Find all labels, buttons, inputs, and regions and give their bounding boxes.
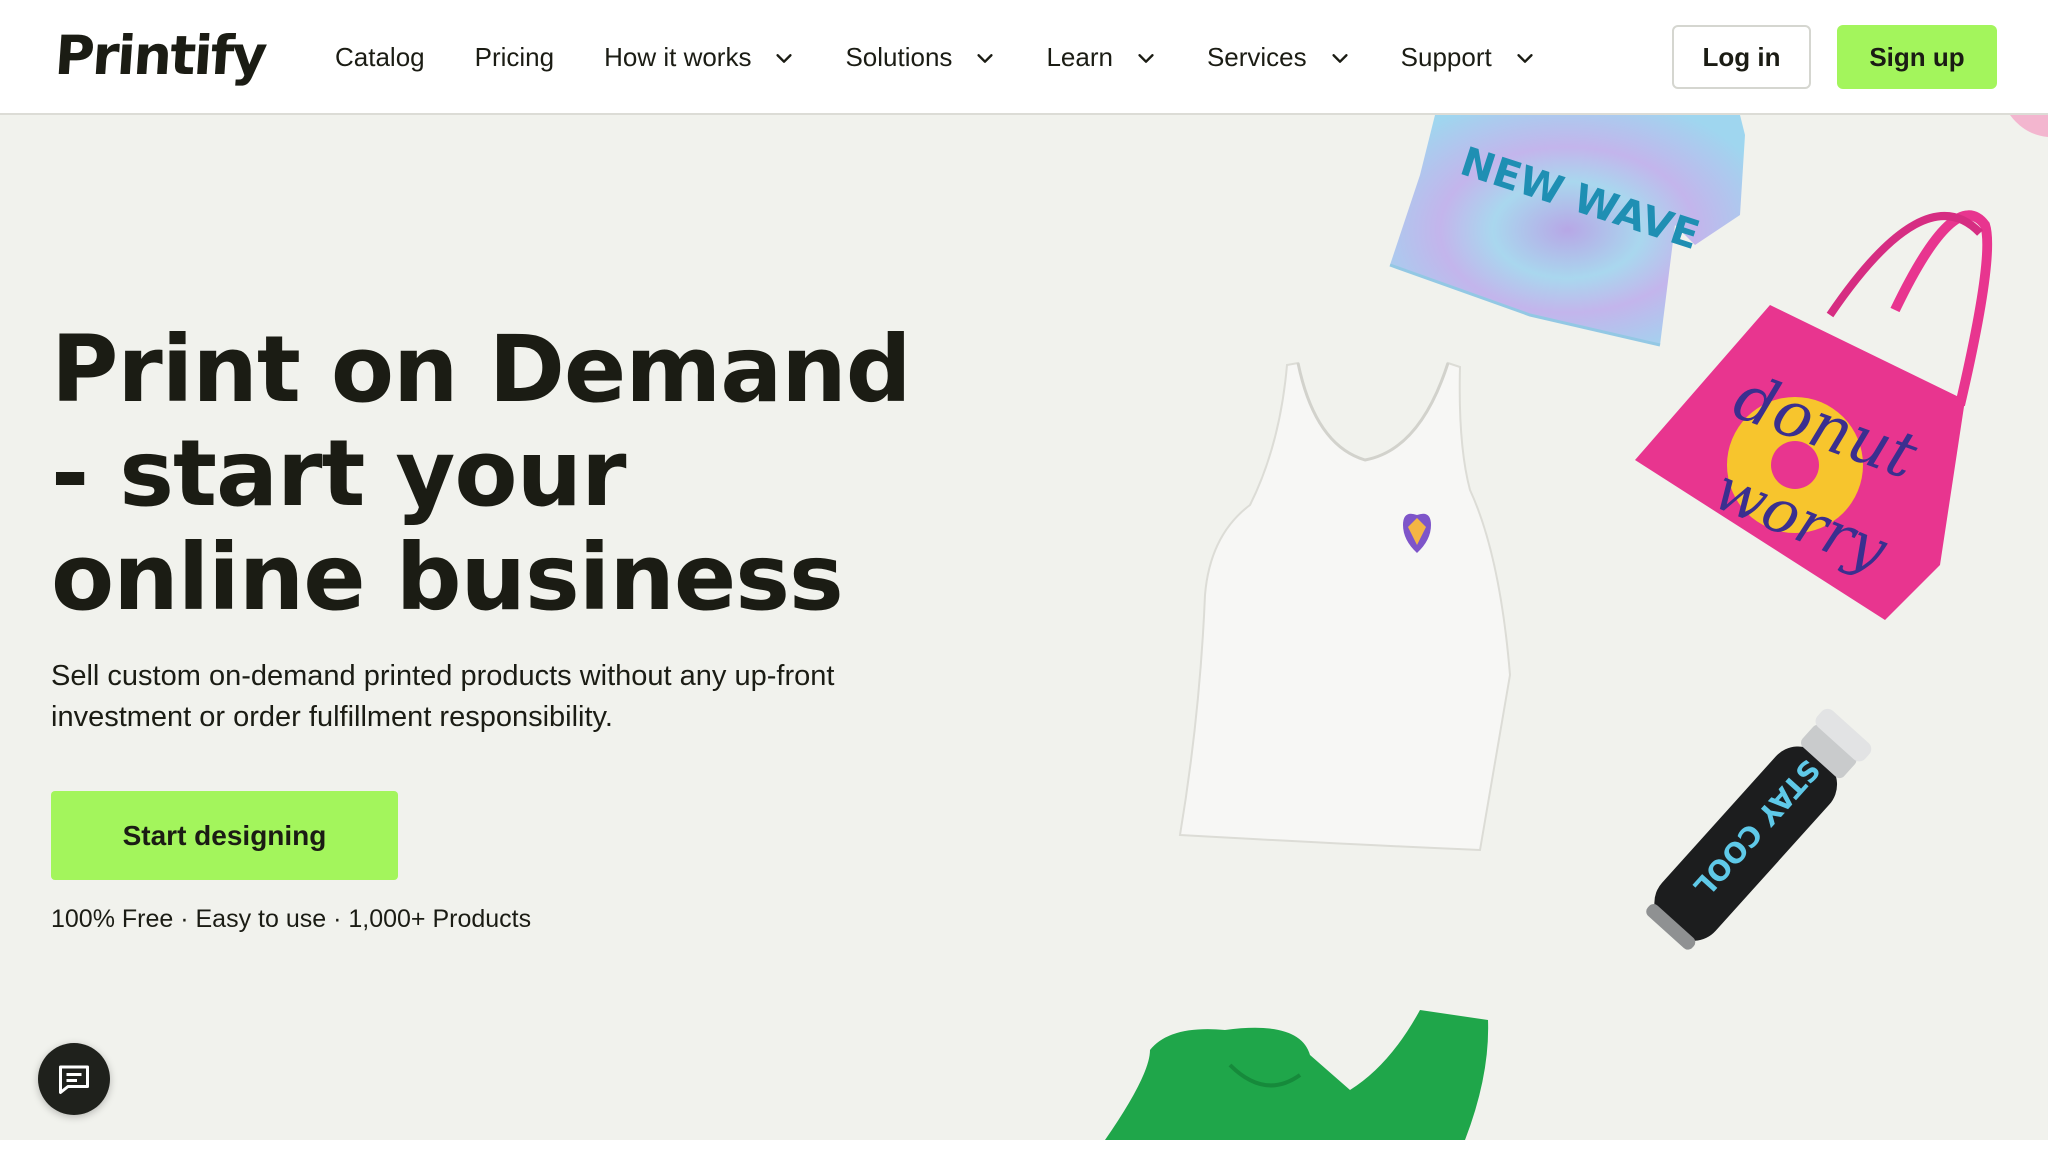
- nav-item-label: Solutions: [845, 42, 953, 72]
- water-bottle-image: STAY COOL: [1646, 708, 1872, 950]
- nav-item-label: Learn: [1046, 42, 1113, 72]
- nav-item-learn[interactable]: Learn: [1046, 42, 1157, 73]
- nav-item-pricing[interactable]: Pricing: [475, 42, 554, 73]
- nav-item-label: How it works: [604, 42, 752, 72]
- tie-dye-tshirt-image: NEW WAVE: [1389, 115, 1745, 347]
- chat-icon: [59, 1065, 89, 1094]
- nav-item-label: Pricing: [474, 42, 555, 72]
- pink-tote-bag-image: donut worry: [1635, 210, 1993, 620]
- nav-item-label: Services: [1206, 42, 1307, 72]
- top-nav: Printify Catalog Pricing How it works So…: [0, 0, 2048, 115]
- main-menu: Catalog Pricing How it works Solutions L…: [335, 0, 1586, 115]
- chevron-down-icon: [1138, 53, 1154, 63]
- green-hoodie-image: [1105, 1010, 1489, 1140]
- nav-item-support[interactable]: Support: [1401, 42, 1536, 73]
- hero-subtitle: Sell custom on-demand printed products w…: [51, 660, 835, 733]
- white-tank-top-image: [1178, 361, 1512, 852]
- nav-item-solutions[interactable]: Solutions: [845, 42, 996, 73]
- start-designing-button[interactable]: Start designing: [51, 791, 398, 880]
- hero-perks: 100% Free · Easy to use · 1,000+ Product…: [51, 905, 532, 933]
- nav-item-services[interactable]: Services: [1207, 42, 1351, 73]
- printify-logo[interactable]: Printify: [53, 24, 268, 87]
- nav-item-label: Catalog: [335, 42, 425, 72]
- hero-title: Print on Demand - start your online busi…: [51, 316, 912, 631]
- chevron-down-icon: [1332, 53, 1348, 63]
- signup-button[interactable]: Sign up: [1837, 25, 1997, 89]
- login-button[interactable]: Log in: [1672, 25, 1811, 89]
- chevron-down-icon: [1517, 53, 1533, 63]
- nav-item-catalog[interactable]: Catalog: [335, 42, 425, 73]
- chat-button[interactable]: [38, 1043, 110, 1115]
- chevron-down-icon: [776, 53, 793, 63]
- chevron-down-icon: [977, 53, 994, 63]
- product-collage: NEW WAVE donut worry STAY COOL: [1105, 115, 2048, 1140]
- nav-item-label: Support: [1400, 42, 1492, 72]
- section-divider: [0, 1140, 2048, 1152]
- pink-corner-item-image: [2010, 115, 2048, 137]
- nav-item-how-it-works[interactable]: How it works: [604, 42, 795, 73]
